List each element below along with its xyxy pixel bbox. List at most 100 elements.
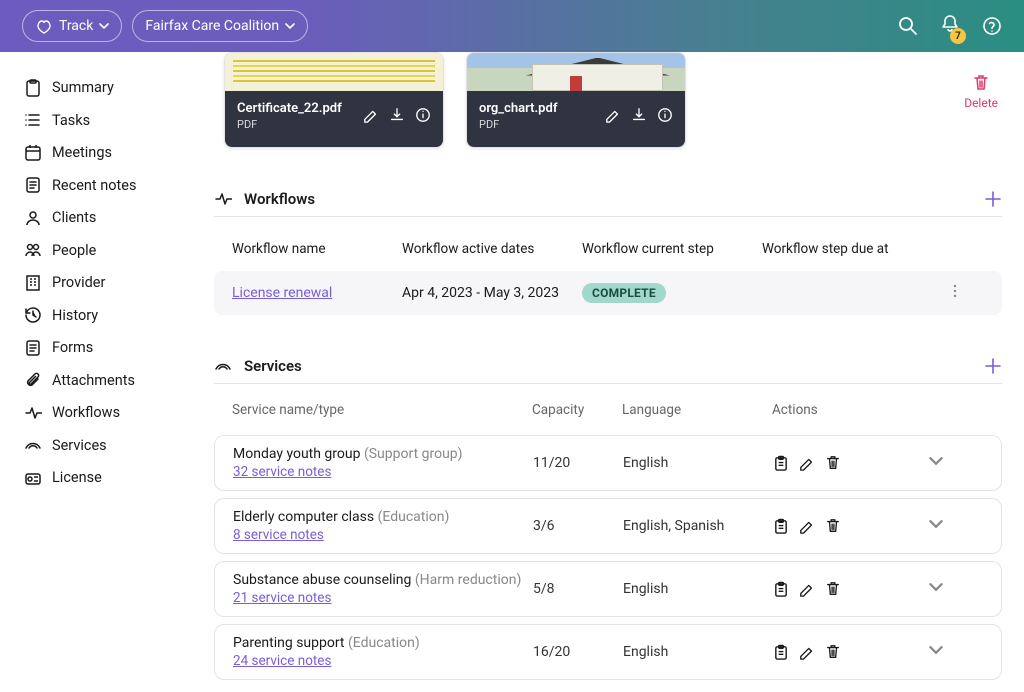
service-row: Parenting support (Education) 24 service… [214,624,1002,680]
pencil-icon[interactable] [799,455,815,471]
info-icon[interactable] [657,107,673,123]
track-selector[interactable]: Track [22,10,122,42]
workflow-row: License renewal Apr 4, 2023 - May 3, 202… [214,271,1002,315]
attachment-card[interactable]: Certificate_22.pdf PDF [224,52,444,148]
attachments-row: Certificate_22.pdf PDF org_chart.pdf PDF [224,52,1006,148]
service-notes-link[interactable]: 21 service notes [233,590,331,606]
expand-toggle[interactable] [929,643,943,661]
download-icon[interactable] [389,107,405,123]
topbar-left: Track Fairfax Care Coalition [22,10,308,42]
service-capacity: 11/20 [533,455,623,471]
add-service-button[interactable] [984,357,1002,375]
service-capacity: 3/6 [533,518,623,534]
sidebar-item-label: License [52,469,102,486]
col-capacity: Capacity [532,402,622,418]
workflow-more-button[interactable] [948,284,962,302]
sidebar-item-history[interactable]: History [16,300,200,330]
sidebar-item-forms[interactable]: Forms [16,333,200,363]
service-language: English [623,644,773,660]
pencil-icon[interactable] [799,518,815,534]
meetings-icon [24,144,42,162]
service-name: Elderly computer class [233,509,374,525]
context-selector[interactable]: Fairfax Care Coalition [132,10,308,42]
trash-icon[interactable] [825,644,841,660]
sidebar-item-people[interactable]: People [16,235,200,265]
sidebar-item-label: Provider [52,274,105,291]
clipboard-icon[interactable] [773,644,789,660]
clients-icon [24,209,42,227]
sidebar-item-services[interactable]: Services [16,430,200,460]
expand-toggle[interactable] [929,580,943,598]
expand-toggle[interactable] [929,454,943,472]
clipboard-icon[interactable] [773,518,789,534]
notifications-button[interactable]: 7 [940,14,960,38]
topbar-right: 7 [898,14,1002,38]
sidebar: Summary Tasks Meetings Recent notes Clie… [0,52,200,692]
pencil-icon[interactable] [799,581,815,597]
section-title: Workflows [244,190,972,208]
attachment-type: PDF [479,118,557,131]
forms-icon [24,339,42,357]
service-name: Substance abuse counseling [233,572,411,588]
sidebar-item-label: Summary [52,79,114,96]
notif-badge: 7 [950,28,966,44]
service-capacity: 16/20 [533,644,623,660]
top-bar: Track Fairfax Care Coalition 7 [0,0,1024,52]
service-language: English [623,455,773,471]
sidebar-item-clients[interactable]: Clients [16,203,200,233]
hands-heart-icon [35,17,53,35]
attachment-title: org_chart.pdf [479,101,557,116]
help-icon[interactable] [982,16,1002,36]
services-section: Services Service name/type Capacity Lang… [210,357,1006,680]
sidebar-item-tasks[interactable]: Tasks [16,105,200,135]
workflow-name-link[interactable]: License renewal [232,285,402,301]
col-language: Language [622,402,772,418]
section-title: Services [244,357,972,375]
notes-icon [24,176,42,194]
sidebar-item-label: Attachments [52,372,135,389]
service-type: (Harm reduction) [415,572,521,588]
sidebar-item-label: Clients [52,209,96,226]
chevron-down-icon [99,21,109,31]
service-name: Monday youth group [233,446,360,462]
trash-icon[interactable] [825,518,841,534]
expand-toggle[interactable] [929,517,943,535]
sidebar-item-meetings[interactable]: Meetings [16,138,200,168]
summary-icon [24,79,42,97]
delete-button[interactable]: Delete [964,74,998,110]
sidebar-item-workflows[interactable]: Workflows [16,398,200,428]
trash-icon[interactable] [825,581,841,597]
attachment-type: PDF [237,118,342,131]
download-icon[interactable] [631,107,647,123]
service-row: Substance abuse counseling (Harm reducti… [214,561,1002,617]
service-language: English, Spanish [623,518,773,534]
sidebar-item-summary[interactable]: Summary [16,73,200,103]
col-step: Workflow current step [582,241,762,257]
pencil-icon[interactable] [799,644,815,660]
chevron-down-icon [285,21,295,31]
clipboard-icon[interactable] [773,581,789,597]
trash-icon[interactable] [825,455,841,471]
clipboard-icon[interactable] [773,455,789,471]
sidebar-item-label: Tasks [52,112,90,129]
attachments-icon [24,371,42,389]
sidebar-item-provider[interactable]: Provider [16,268,200,298]
service-capacity: 5/8 [533,581,623,597]
attachment-card[interactable]: org_chart.pdf PDF [466,52,686,148]
service-notes-link[interactable]: 8 service notes [233,527,324,543]
sidebar-item-license[interactable]: License [16,463,200,493]
service-language: English [623,581,773,597]
service-notes-link[interactable]: 24 service notes [233,653,331,669]
pencil-icon[interactable] [363,107,379,123]
info-icon[interactable] [415,107,431,123]
col-due: Workflow step due at [762,241,932,257]
add-workflow-button[interactable] [984,190,1002,208]
search-icon[interactable] [898,16,918,36]
service-notes-link[interactable]: 32 service notes [233,464,331,480]
service-row: Elderly computer class (Education) 8 ser… [214,498,1002,554]
sidebar-item-recent-notes[interactable]: Recent notes [16,170,200,200]
sidebar-item-label: Recent notes [52,177,136,194]
attachment-footer: org_chart.pdf PDF [467,91,685,147]
sidebar-item-attachments[interactable]: Attachments [16,365,200,395]
pencil-icon[interactable] [605,107,621,123]
